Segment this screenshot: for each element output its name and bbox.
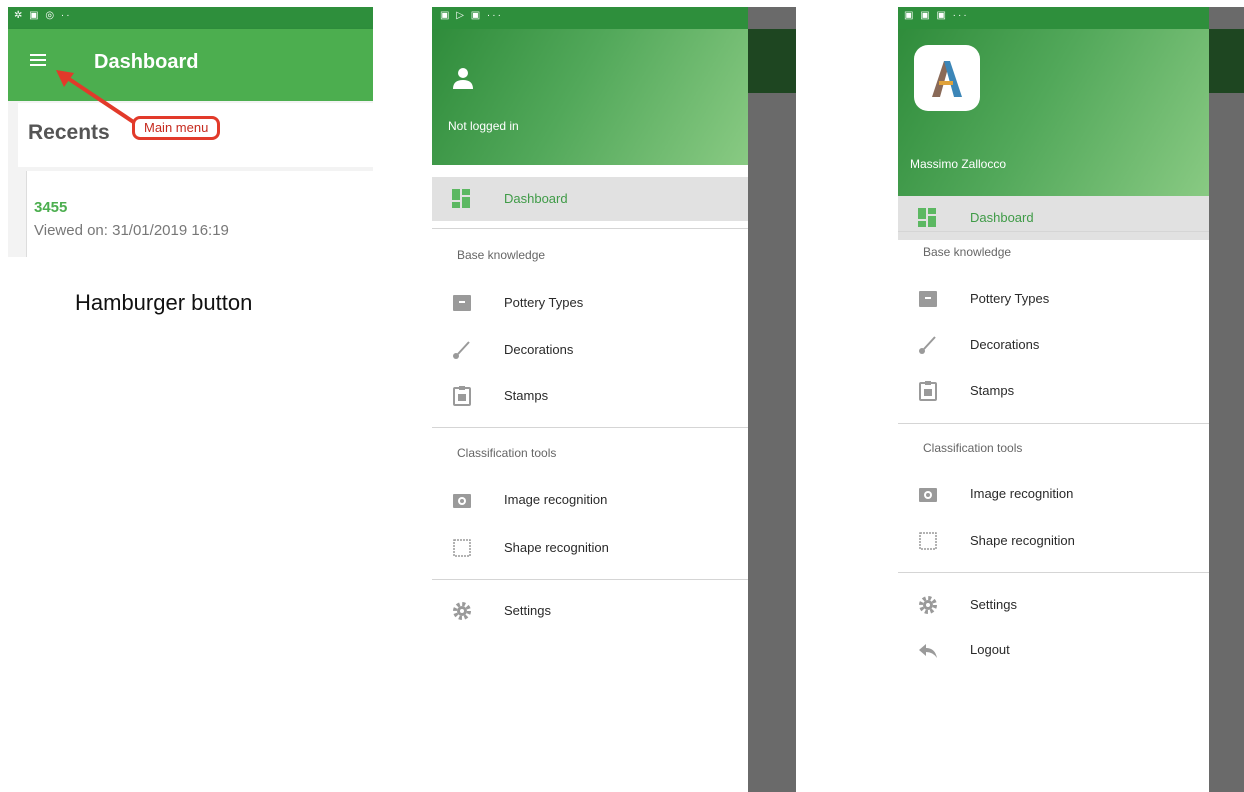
person-icon[interactable] — [452, 67, 474, 91]
nav-label: Pottery Types — [970, 291, 1050, 306]
nav-item-pottery-types[interactable]: Pottery Types — [898, 277, 1209, 321]
app-bar-dimmed — [1209, 29, 1244, 93]
gear-icon — [919, 596, 937, 614]
divider — [898, 572, 1209, 573]
nav-label: Stamps — [504, 388, 549, 403]
brush-icon — [919, 336, 936, 354]
nav-item-settings[interactable]: Settings — [432, 589, 748, 633]
nav-label: Image recognition — [970, 486, 1074, 501]
annotation-label: Main menu — [132, 116, 221, 140]
nav-label: Decorations — [504, 342, 574, 357]
user-name: Not logged in — [448, 119, 519, 133]
reply-icon — [919, 644, 937, 658]
nav-item-image-recognition[interactable]: Image recognition — [898, 472, 1209, 516]
nav-item-stamps[interactable]: Stamps — [898, 369, 1209, 413]
nav-item-settings[interactable]: Settings — [898, 583, 1209, 627]
archive-icon — [453, 295, 471, 311]
archive-icon — [919, 291, 937, 307]
nav-label: Logout — [970, 642, 1010, 657]
app-screen-dashboard: ✲ ▣ ◎ ·· Dashboard Recents 3455 Viewed o… — [8, 7, 373, 257]
scrim[interactable] — [1209, 7, 1244, 792]
scrim[interactable] — [748, 7, 796, 792]
section-header-classification-tools: Classification tools — [923, 441, 1023, 455]
section-header-classification-tools: Classification tools — [457, 446, 557, 460]
nav-item-logout[interactable]: Logout — [898, 628, 1209, 672]
user-name: Massimo Zallocco — [910, 157, 1007, 171]
dashboard-icon — [918, 208, 936, 227]
status-bar: ▣ ▷ ▣ ··· — [432, 7, 748, 29]
divider — [432, 228, 748, 229]
drawer-screen-logged-in: ▣ ▣ ▣ ··· Massimo Zallocco Dashboard Bas… — [898, 7, 1244, 792]
status-icons: ▣ ▷ ▣ ··· — [440, 10, 503, 21]
drawer-screen-logged-out: ▣ ▷ ▣ ··· Not logged in Dashboard Base k… — [432, 7, 796, 792]
nav-label: Dashboard — [970, 210, 1034, 225]
status-icons: ▣ ▣ ▣ ··· — [904, 10, 969, 21]
recent-item-viewed: Viewed on: 31/01/2019 16:19 — [34, 222, 229, 239]
nav-label: Shape recognition — [970, 533, 1075, 548]
status-bar: ✲ ▣ ◎ ·· — [8, 7, 373, 29]
nav-item-stamps[interactable]: Stamps — [432, 374, 748, 418]
nav-label: Shape recognition — [504, 540, 609, 555]
avatar[interactable] — [914, 45, 980, 111]
app-bar-dimmed — [748, 29, 796, 93]
status-bar: ▣ ▣ ▣ ··· — [898, 7, 1209, 29]
dashboard-icon — [452, 189, 470, 208]
camera-icon — [453, 494, 471, 508]
recent-item-card[interactable] — [26, 171, 373, 257]
nav-item-shape-recognition[interactable]: Shape recognition — [432, 526, 748, 570]
nav-label: Image recognition — [504, 492, 608, 507]
nav-item-shape-recognition[interactable]: Shape recognition — [898, 519, 1209, 563]
navigation-drawer: ▣ ▷ ▣ ··· Not logged in Dashboard Base k… — [432, 7, 748, 792]
selection-icon — [919, 532, 937, 550]
section-header-base-knowledge: Base knowledge — [457, 248, 546, 262]
status-icons: ✲ ▣ ◎ ·· — [14, 10, 72, 21]
nav-label: Settings — [504, 603, 551, 618]
selection-icon — [453, 539, 471, 557]
nav-item-decorations[interactable]: Decorations — [898, 323, 1209, 367]
brush-icon — [453, 341, 470, 359]
nav-label: Decorations — [970, 337, 1040, 352]
divider — [898, 231, 1209, 232]
nav-label: Pottery Types — [504, 295, 584, 310]
figure-caption: Hamburger button — [75, 290, 253, 315]
clipboard-icon — [453, 386, 471, 406]
drawer-header — [432, 29, 748, 165]
navigation-drawer: ▣ ▣ ▣ ··· Massimo Zallocco Dashboard Bas… — [898, 7, 1209, 792]
nav-item-decorations[interactable]: Decorations — [432, 328, 748, 372]
gear-icon — [453, 602, 471, 620]
hamburger-icon[interactable] — [30, 54, 46, 68]
nav-item-dashboard[interactable]: Dashboard — [432, 177, 748, 221]
app-logo-icon — [932, 61, 962, 97]
nav-item-image-recognition[interactable]: Image recognition — [432, 478, 748, 522]
clipboard-icon — [919, 381, 937, 401]
nav-item-pottery-types[interactable]: Pottery Types — [432, 281, 748, 325]
divider — [432, 427, 748, 428]
divider — [898, 423, 1209, 424]
divider — [432, 579, 748, 580]
section-header-base-knowledge: Base knowledge — [923, 245, 1012, 259]
nav-label: Dashboard — [504, 191, 568, 206]
nav-item-dashboard[interactable]: Dashboard — [898, 196, 1209, 240]
nav-label: Stamps — [970, 383, 1015, 398]
camera-icon — [919, 488, 937, 502]
recent-item-number[interactable]: 3455 — [34, 199, 67, 216]
nav-label: Settings — [970, 597, 1017, 612]
